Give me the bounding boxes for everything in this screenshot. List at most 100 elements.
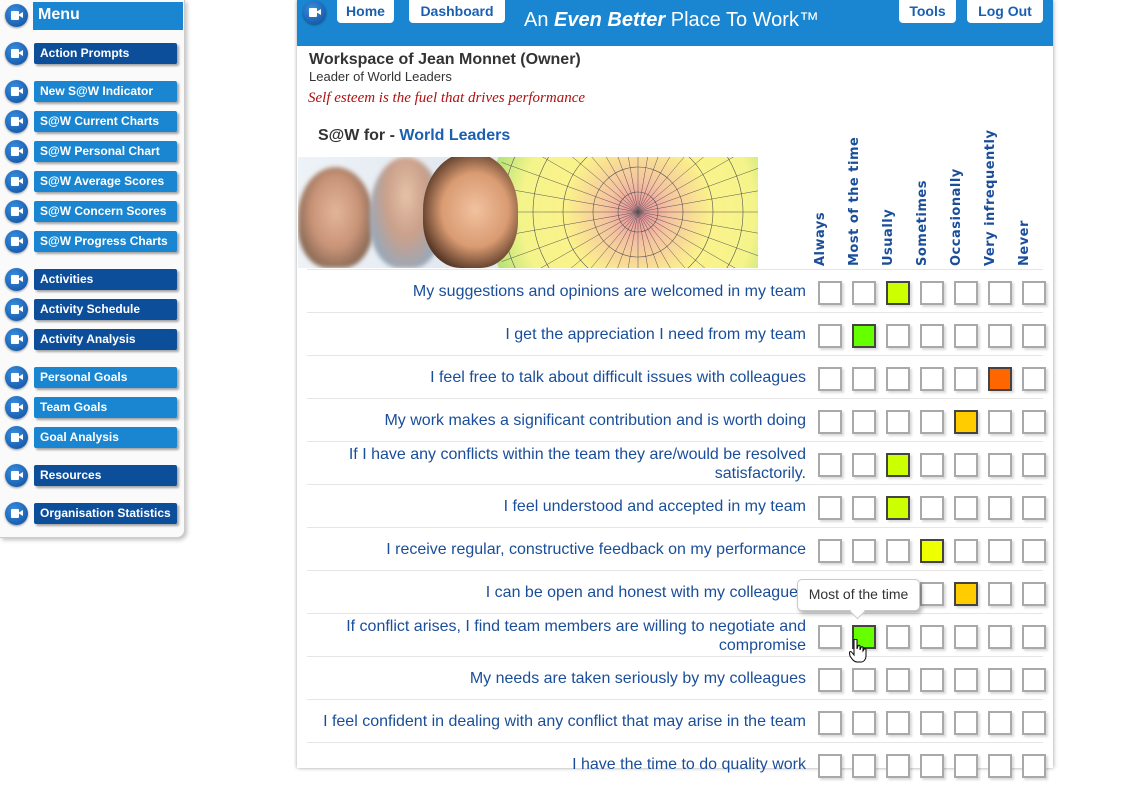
rating-box-most-of-the-time[interactable] (852, 539, 876, 563)
video-camera-icon[interactable] (5, 426, 28, 449)
rating-box-occasionally[interactable] (954, 582, 978, 606)
rating-box-usually[interactable] (886, 539, 910, 563)
sidebar-item-activity-schedule[interactable]: Activity Schedule (34, 299, 177, 320)
rating-box-never[interactable] (1022, 625, 1046, 649)
rating-box-always[interactable] (818, 453, 842, 477)
rating-box-most-of-the-time[interactable] (852, 711, 876, 735)
rating-box-occasionally[interactable] (954, 539, 978, 563)
rating-box-most-of-the-time[interactable] (852, 496, 876, 520)
rating-box-never[interactable] (1022, 410, 1046, 434)
tools-button[interactable]: Tools (899, 0, 956, 23)
rating-box-most-of-the-time[interactable] (852, 324, 876, 348)
rating-box-occasionally[interactable] (954, 367, 978, 391)
rating-box-occasionally[interactable] (954, 496, 978, 520)
rating-box-very-infrequently[interactable] (988, 668, 1012, 692)
rating-box-sometimes[interactable] (920, 410, 944, 434)
rating-box-occasionally[interactable] (954, 754, 978, 778)
video-camera-icon[interactable] (5, 230, 28, 253)
rating-box-never[interactable] (1022, 324, 1046, 348)
sidebar-item-personal-goals[interactable]: Personal Goals (34, 367, 177, 388)
rating-box-always[interactable] (818, 711, 842, 735)
rating-box-usually[interactable] (886, 367, 910, 391)
video-camera-icon[interactable] (5, 200, 28, 223)
rating-box-never[interactable] (1022, 496, 1046, 520)
rating-box-usually[interactable] (886, 496, 910, 520)
rating-box-most-of-the-time[interactable] (852, 754, 876, 778)
rating-box-sometimes[interactable] (920, 281, 944, 305)
rating-box-occasionally[interactable] (954, 410, 978, 434)
rating-box-sometimes[interactable] (920, 367, 944, 391)
rating-box-usually[interactable] (886, 410, 910, 434)
rating-box-always[interactable] (818, 410, 842, 434)
sidebar-item-goal-analysis[interactable]: Goal Analysis (34, 427, 177, 448)
rating-box-very-infrequently[interactable] (988, 582, 1012, 606)
rating-box-occasionally[interactable] (954, 453, 978, 477)
video-camera-icon[interactable] (5, 42, 28, 65)
sidebar-item-s-w-concern-scores[interactable]: S@W Concern Scores (34, 201, 177, 222)
sidebar-item-team-goals[interactable]: Team Goals (34, 397, 177, 418)
sidebar-item-activities[interactable]: Activities (34, 269, 177, 290)
video-camera-icon[interactable] (5, 328, 28, 351)
rating-box-sometimes[interactable] (920, 625, 944, 649)
rating-box-sometimes[interactable] (920, 711, 944, 735)
video-camera-icon[interactable] (5, 80, 28, 103)
video-camera-icon[interactable] (5, 298, 28, 321)
rating-box-always[interactable] (818, 496, 842, 520)
rating-box-never[interactable] (1022, 367, 1046, 391)
sidebar-item-resources[interactable]: Resources (34, 465, 177, 486)
video-camera-icon[interactable] (5, 140, 28, 163)
rating-box-occasionally[interactable] (954, 668, 978, 692)
rating-box-very-infrequently[interactable] (988, 711, 1012, 735)
rating-box-very-infrequently[interactable] (988, 410, 1012, 434)
video-camera-icon[interactable] (5, 396, 28, 419)
rating-box-never[interactable] (1022, 668, 1046, 692)
rating-box-always[interactable] (818, 281, 842, 305)
video-camera-icon[interactable] (5, 464, 28, 487)
rating-box-occasionally[interactable] (954, 281, 978, 305)
rating-box-very-infrequently[interactable] (988, 453, 1012, 477)
rating-box-always[interactable] (818, 754, 842, 778)
sidebar-item-s-w-personal-chart[interactable]: S@W Personal Chart (34, 141, 177, 162)
rating-box-sometimes[interactable] (920, 539, 944, 563)
rating-box-sometimes[interactable] (920, 496, 944, 520)
rating-box-sometimes[interactable] (920, 324, 944, 348)
rating-box-usually[interactable] (886, 453, 910, 477)
rating-box-always[interactable] (818, 367, 842, 391)
video-camera-icon[interactable] (5, 502, 28, 525)
rating-box-very-infrequently[interactable] (988, 324, 1012, 348)
rating-box-most-of-the-time[interactable] (852, 367, 876, 391)
rating-box-most-of-the-time[interactable] (852, 281, 876, 305)
rating-box-occasionally[interactable] (954, 625, 978, 649)
rating-box-most-of-the-time[interactable] (852, 668, 876, 692)
rating-box-usually[interactable] (886, 754, 910, 778)
sidebar-item-action-prompts[interactable]: Action Prompts (34, 43, 177, 64)
rating-box-usually[interactable] (886, 281, 910, 305)
rating-box-usually[interactable] (886, 711, 910, 735)
rating-box-very-infrequently[interactable] (988, 539, 1012, 563)
rating-box-very-infrequently[interactable] (988, 625, 1012, 649)
rating-box-sometimes[interactable] (920, 754, 944, 778)
sidebar-item-s-w-average-scores[interactable]: S@W Average Scores (34, 171, 177, 192)
logout-button[interactable]: Log Out (967, 0, 1043, 23)
rating-box-occasionally[interactable] (954, 711, 978, 735)
rating-box-most-of-the-time[interactable] (852, 410, 876, 434)
sidebar-item-organisation-statistics[interactable]: Organisation Statistics (34, 503, 177, 524)
rating-box-never[interactable] (1022, 281, 1046, 305)
rating-box-never[interactable] (1022, 711, 1046, 735)
video-camera-icon[interactable] (5, 110, 28, 133)
rating-box-usually[interactable] (886, 668, 910, 692)
video-camera-icon[interactable] (5, 268, 28, 291)
rating-box-always[interactable] (818, 539, 842, 563)
rating-box-sometimes[interactable] (920, 668, 944, 692)
rating-box-always[interactable] (818, 324, 842, 348)
rating-box-always[interactable] (818, 625, 842, 649)
rating-box-very-infrequently[interactable] (988, 754, 1012, 778)
home-button[interactable]: Home (337, 0, 394, 23)
rating-box-occasionally[interactable] (954, 324, 978, 348)
rating-box-never[interactable] (1022, 453, 1046, 477)
rating-box-sometimes[interactable] (920, 453, 944, 477)
video-camera-icon[interactable] (5, 4, 28, 27)
video-camera-icon[interactable] (5, 170, 28, 193)
rating-box-very-infrequently[interactable] (988, 367, 1012, 391)
rating-box-never[interactable] (1022, 582, 1046, 606)
